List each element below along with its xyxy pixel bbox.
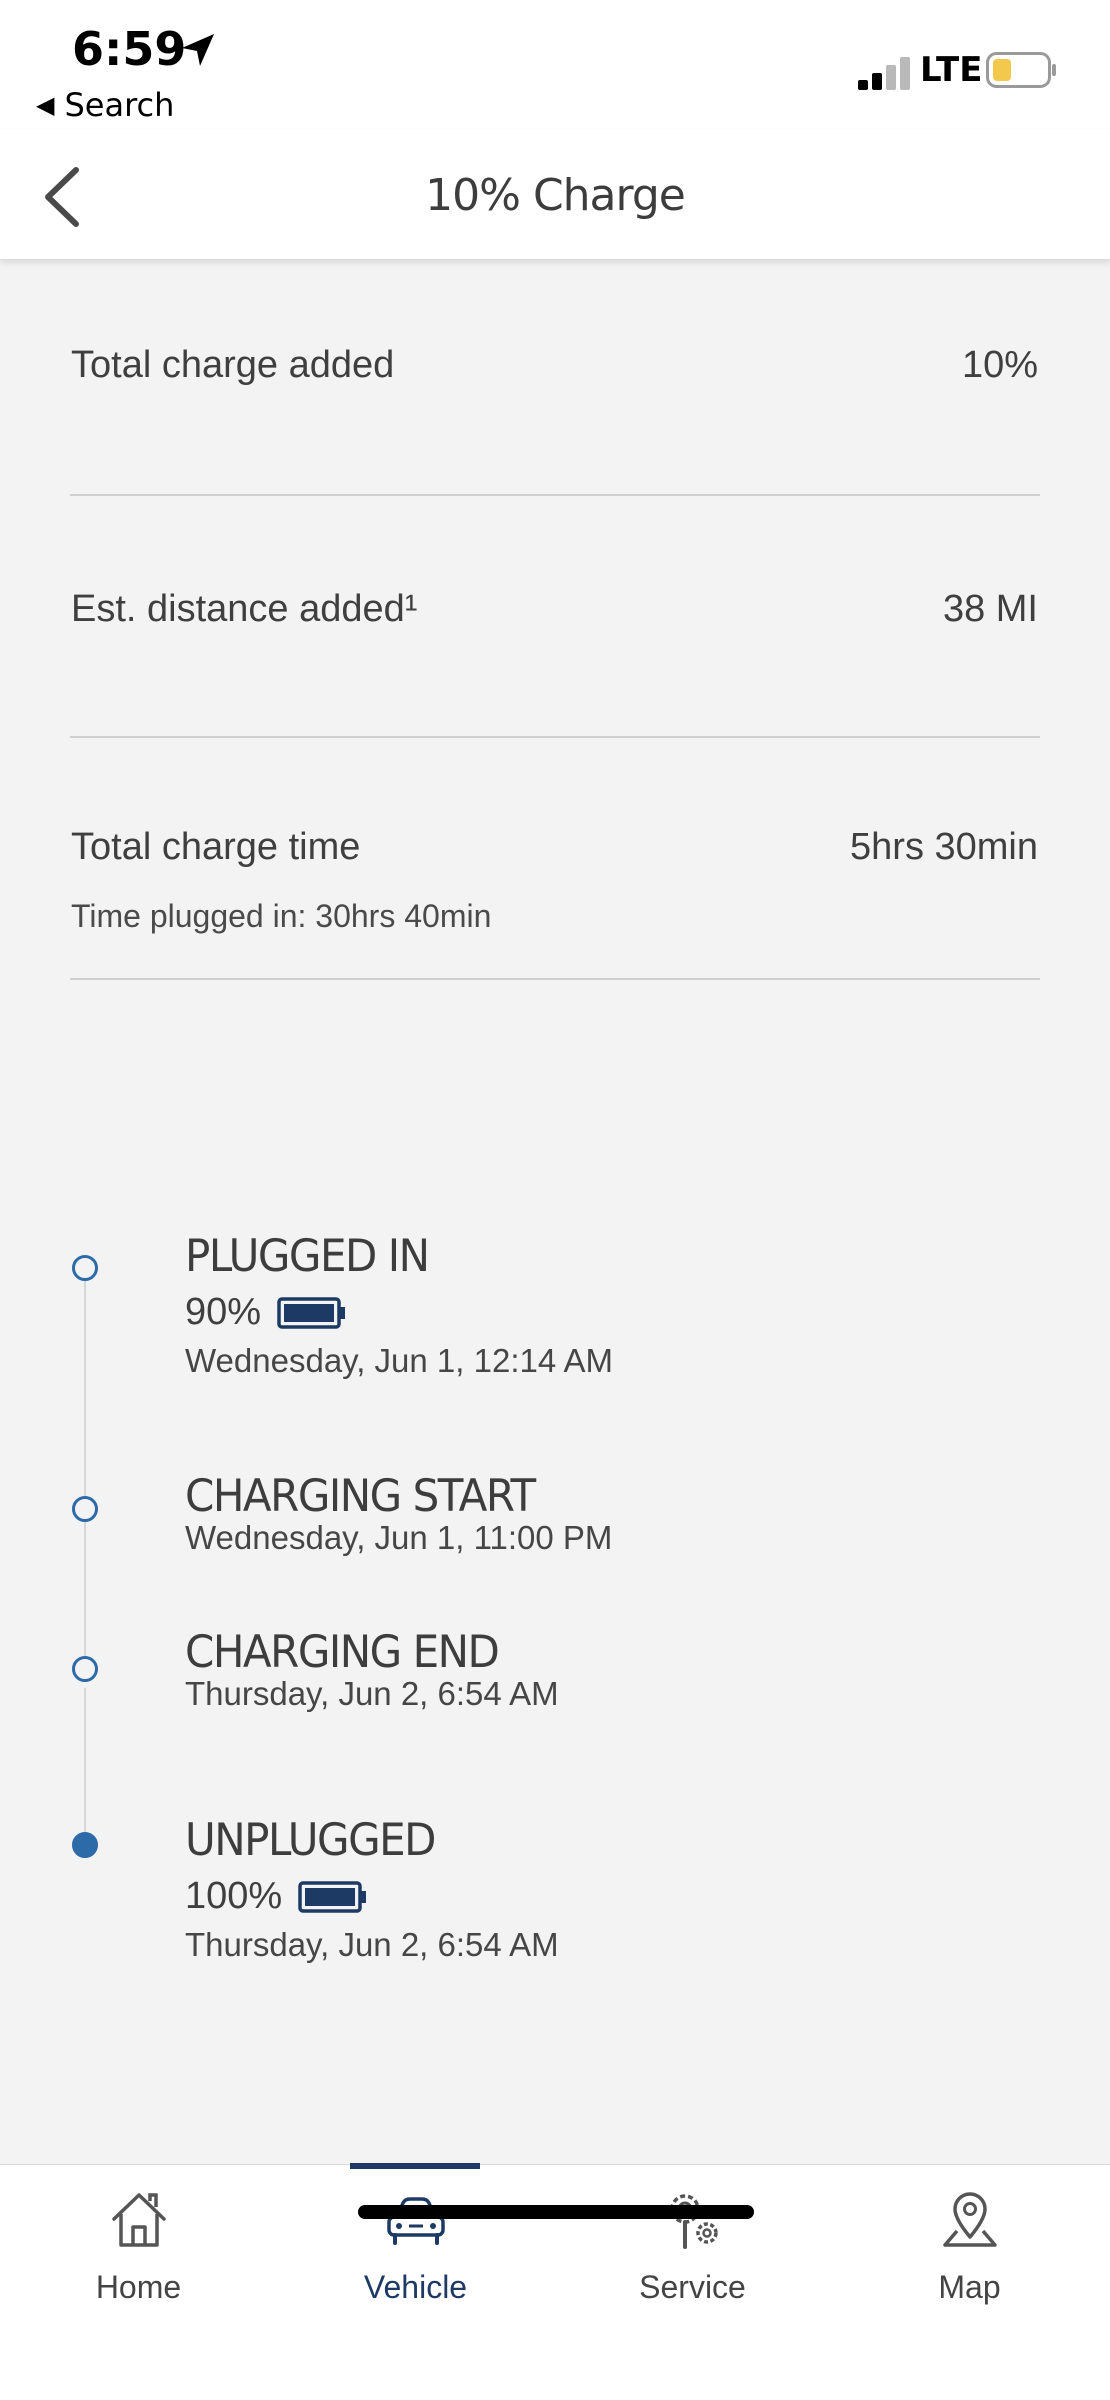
nav-map-label: Map bbox=[938, 2269, 1001, 2305]
signal-icon bbox=[858, 56, 914, 90]
location-arrow-icon bbox=[182, 34, 214, 66]
back-app-label: Search bbox=[64, 86, 175, 124]
page-title: 10% Charge bbox=[425, 170, 686, 221]
total-charge-added-row: Total charge added 10% bbox=[70, 260, 1040, 496]
network-type: LTE bbox=[920, 50, 983, 90]
charge-timeline: PLUGGED IN 90% Wednesday, Jun 1, 12:14 A… bbox=[0, 1200, 1110, 2020]
total-charge-time-label: Total charge time bbox=[71, 826, 361, 868]
event-percent: 100% bbox=[185, 1875, 283, 1917]
nav-service-label: Service bbox=[639, 2269, 746, 2305]
back-triangle-icon: ◀ bbox=[36, 91, 55, 119]
timeline-dot bbox=[72, 1255, 98, 1281]
event-title: PLUGGED IN bbox=[185, 1230, 430, 1282]
nav-service[interactable]: Service bbox=[554, 2165, 831, 2315]
home-icon bbox=[112, 2193, 166, 2247]
status-time: 6:59 bbox=[72, 22, 187, 76]
event-battery-level: 90% bbox=[185, 1291, 613, 1334]
total-charge-added-value: 10% bbox=[961, 344, 1038, 386]
event-percent: 90% bbox=[185, 1291, 262, 1333]
car-icon bbox=[387, 2197, 445, 2245]
event-battery-level: 100% bbox=[185, 1875, 559, 1918]
est-distance-added-label: Est. distance added¹ bbox=[71, 588, 418, 630]
event-title: CHARGING START bbox=[185, 1470, 536, 1522]
service-gears-icon bbox=[670, 2194, 718, 2249]
back-to-search-link[interactable]: ◀ Search bbox=[36, 86, 174, 124]
event-date: Thursday, Jun 2, 6:54 AM bbox=[185, 1675, 559, 1712]
timeline-event-unplugged: UNPLUGGED 100% Thursday, Jun 2, 6:54 AM bbox=[185, 1814, 559, 1964]
battery-icon bbox=[986, 52, 1056, 88]
timeline-dot bbox=[72, 1656, 98, 1682]
event-title: CHARGING END bbox=[185, 1626, 500, 1678]
est-distance-added-value: 38 MI bbox=[942, 588, 1038, 630]
page-header: 10% Charge bbox=[0, 130, 1110, 260]
timeline-connector bbox=[84, 1268, 86, 1678]
total-charge-time-value: 5hrs 30min bbox=[850, 826, 1038, 868]
charge-summary: Total charge added 10% Est. distance add… bbox=[70, 260, 1040, 980]
bottom-nav: Home Vehicle Service Map bbox=[0, 2163, 1110, 2400]
timeline-dot-filled bbox=[72, 1832, 98, 1858]
battery-full-icon bbox=[277, 1296, 346, 1329]
time-plugged-in: Time plugged in: 30hrs 40min bbox=[71, 898, 492, 934]
est-distance-added-row: Est. distance added¹ 38 MI bbox=[70, 496, 1040, 738]
battery-full-icon bbox=[298, 1880, 367, 1913]
status-bar: 6:59 ◀ Search LTE bbox=[0, 0, 1110, 130]
event-date: Thursday, Jun 2, 6:54 AM bbox=[185, 1926, 559, 1963]
event-title: UNPLUGGED bbox=[185, 1814, 437, 1866]
timeline-event-charging-start: CHARGING START Wednesday, Jun 1, 11:00 P… bbox=[185, 1470, 612, 1557]
home-indicator[interactable] bbox=[358, 2205, 754, 2219]
event-date: Wednesday, Jun 1, 11:00 PM bbox=[185, 1519, 613, 1556]
timeline-connector bbox=[84, 1688, 86, 1833]
nav-home[interactable]: Home bbox=[0, 2165, 277, 2315]
nav-map[interactable]: Map bbox=[831, 2165, 1108, 2315]
total-charge-time-row: Total charge time 5hrs 30min Time plugge… bbox=[70, 738, 1040, 980]
nav-home-label: Home bbox=[95, 2269, 182, 2305]
timeline-dot bbox=[72, 1496, 98, 1522]
map-pin-icon bbox=[943, 2192, 997, 2247]
nav-vehicle[interactable]: Vehicle bbox=[277, 2165, 554, 2315]
event-date: Wednesday, Jun 1, 12:14 AM bbox=[185, 1342, 614, 1379]
nav-vehicle-label: Vehicle bbox=[363, 2269, 468, 2305]
total-charge-added-label: Total charge added bbox=[71, 344, 395, 386]
timeline-event-plugged-in: PLUGGED IN 90% Wednesday, Jun 1, 12:14 A… bbox=[185, 1230, 613, 1380]
timeline-event-charging-end: CHARGING END Thursday, Jun 2, 6:54 AM bbox=[185, 1626, 559, 1713]
